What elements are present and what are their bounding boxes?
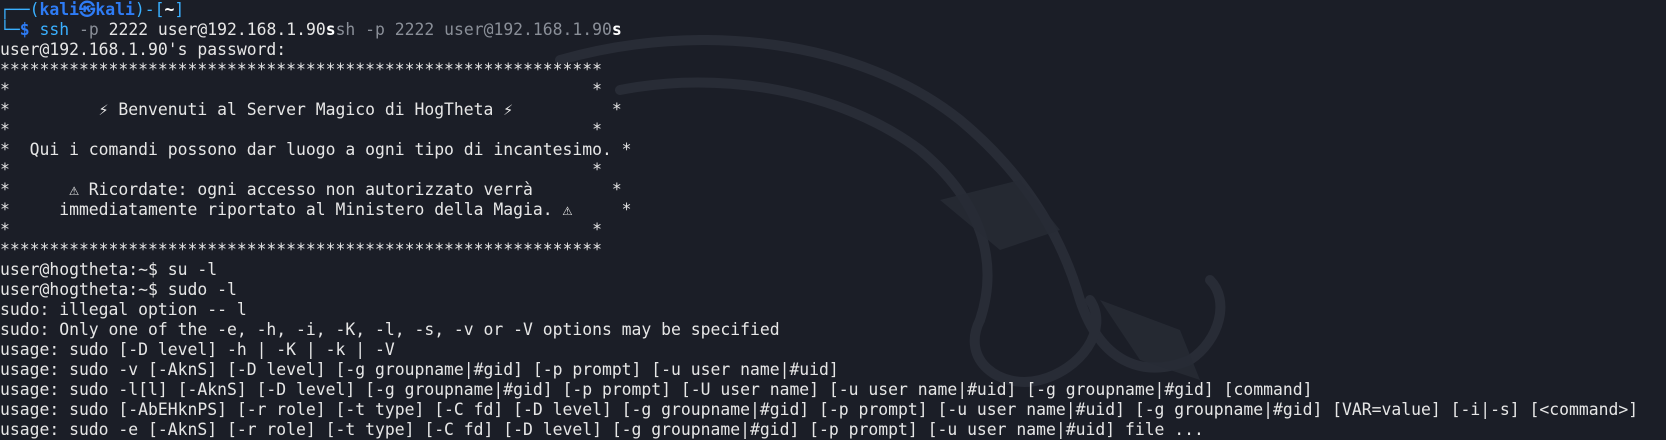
banner-warning: * immediatamente riportato al Ministero … — [0, 200, 632, 219]
banner-text: * Qui i comandi possono dar luogo a ogni… — [0, 140, 632, 159]
sudo-usage-line: usage: sudo [-D level] -h | -K | -k | -V — [0, 340, 395, 359]
password-prompt: user@192.168.1.90's password: — [0, 40, 287, 59]
banner-title: * ⚡ Benvenuti al Server Magico di HogThe… — [0, 100, 622, 119]
terminal-output[interactable]: ┌──(kali㉿kali)-[~] └─$ ssh -p 2222 user@… — [0, 0, 1666, 440]
banner-line: * * — [0, 160, 602, 179]
sudo-usage-line: usage: sudo -v [-AknS] [-D level] [-g gr… — [0, 360, 839, 379]
banner-border-top: ****************************************… — [0, 60, 602, 79]
banner-line: * * — [0, 220, 602, 239]
shell-command-line: user@hogtheta:~$ su -l — [0, 260, 218, 279]
sudo-usage-line: usage: sudo -e [-AknS] [-r role] [-t typ… — [0, 420, 1204, 439]
prompt-line-top: ┌──(kali㉿kali)-[~] — [0, 0, 185, 19]
shell-command-line: user@hogtheta:~$ sudo -l — [0, 280, 237, 299]
banner-border-bottom: ****************************************… — [0, 240, 602, 259]
sudo-usage-line: usage: sudo -l[l] [-AknS] [-D level] [-g… — [0, 380, 1313, 399]
banner-line: * * — [0, 80, 602, 99]
sudo-error-line: sudo: illegal option -- l — [0, 300, 247, 319]
sudo-usage-line: usage: sudo [-AbEHknPS] [-r role] [-t ty… — [0, 400, 1639, 419]
prompt-line-command[interactable]: └─$ ssh -p 2222 user@192.168.1.90ssh -p … — [0, 20, 1666, 40]
banner-warning: * ⚠ Ricordate: ogni accesso non autorizz… — [0, 180, 622, 199]
sudo-error-line: sudo: Only one of the -e, -h, -i, -K, -l… — [0, 320, 780, 339]
banner-line: * * — [0, 120, 602, 139]
